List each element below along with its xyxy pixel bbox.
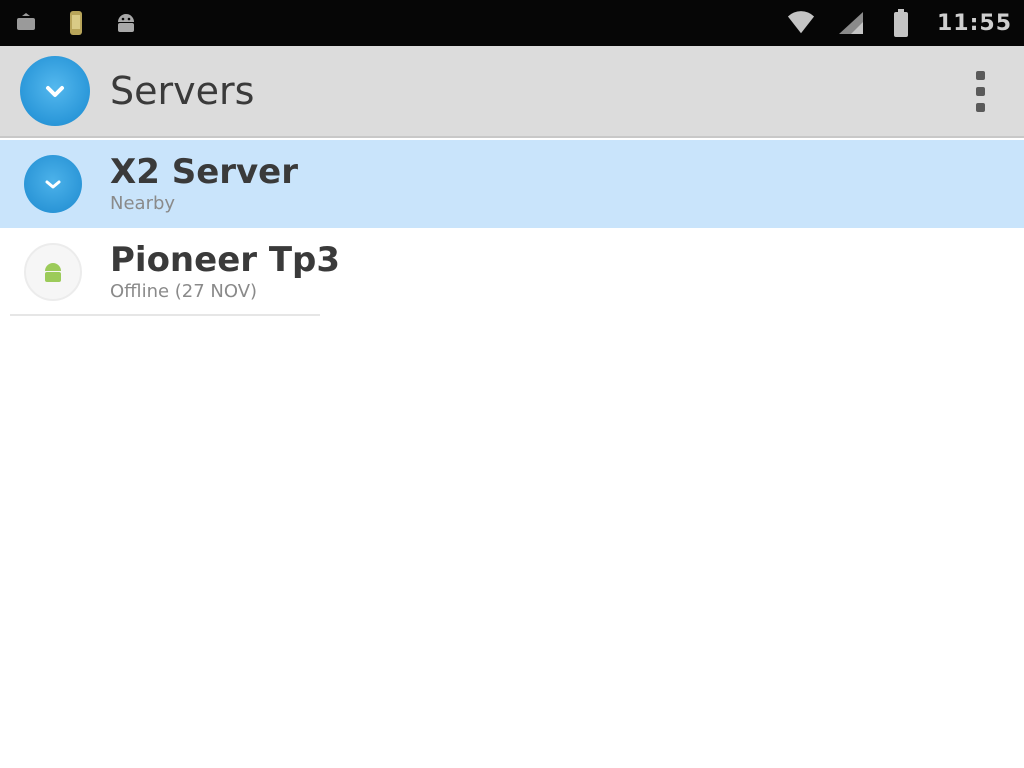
battery-icon — [887, 9, 915, 37]
status-right-icons: 11:55 — [787, 9, 1012, 37]
notification-icon — [12, 9, 40, 37]
signal-icon — [837, 9, 865, 37]
list-item-subtitle: Nearby — [110, 193, 176, 214]
android-icon — [24, 243, 82, 301]
list-item-title: Pioneer Tp3 — [110, 240, 341, 280]
overflow-menu-icon-dot — [975, 102, 985, 112]
status-left-icons — [12, 9, 140, 37]
list-item-x2-server[interactable]: X2 Server Nearby — [0, 140, 1024, 228]
server-icon — [24, 155, 82, 213]
list-item-title: X2 Server — [110, 152, 299, 192]
list-divider — [10, 314, 320, 316]
list-item-subtitle: Offline (27 NOV) — [110, 281, 258, 302]
server-app-icon[interactable] — [20, 56, 90, 126]
page-title: Servers — [110, 69, 255, 113]
download-icon — [62, 9, 90, 37]
overflow-menu-icon — [975, 70, 985, 80]
list-item-pioneer-tp3[interactable]: Pioneer Tp3 Offline (27 NOV) — [0, 228, 1024, 316]
android-icon — [112, 9, 140, 37]
overflow-menu-button[interactable] — [956, 61, 1004, 121]
status-bar: 11:55 — [0, 0, 1024, 46]
status-time: 11:55 — [936, 10, 1012, 36]
overflow-menu-icon-dot — [975, 86, 985, 96]
server-list: X2 Server Nearby Pioneer Tp3 Offline (27… — [0, 140, 1024, 316]
list-item-text: X2 Server Nearby — [110, 152, 298, 216]
list-item-text: Pioneer Tp3 Offline (27 NOV) — [110, 240, 340, 304]
action-bar: Servers — [0, 46, 1024, 138]
wifi-icon — [787, 9, 815, 37]
